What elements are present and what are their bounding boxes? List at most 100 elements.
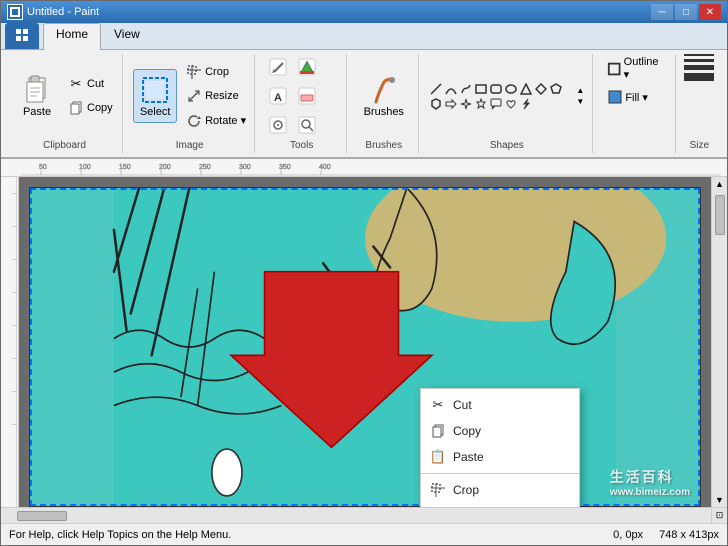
canvas-row: ✂ Cut Copy	[1, 177, 727, 507]
close-button[interactable]: ✕	[699, 4, 721, 20]
magnify-tool[interactable]	[294, 112, 320, 138]
scroll-thumb-v[interactable]	[715, 195, 725, 235]
brushes-button[interactable]: Brushes	[357, 69, 410, 123]
minimize-button[interactable]: ─	[651, 4, 673, 20]
shape-freeform[interactable]	[459, 82, 473, 96]
size-label: Size	[686, 140, 713, 151]
context-copy-icon	[429, 422, 447, 440]
shapes-scroll-down[interactable]: ▼	[576, 97, 584, 106]
shapes-scroll: ▲ ▼	[576, 86, 584, 106]
title-bar: Untitled - Paint ─ □ ✕	[1, 1, 727, 23]
rotate-icon	[186, 112, 202, 128]
fill-tool[interactable]	[294, 54, 320, 80]
paste-label: Paste	[23, 106, 51, 118]
size-thin[interactable]	[684, 54, 714, 56]
svg-text:200: 200	[159, 164, 171, 171]
context-crop[interactable]: Crop	[421, 477, 579, 503]
select-icon	[139, 74, 171, 106]
context-paste[interactable]: 📋 Paste	[421, 444, 579, 470]
copy-button[interactable]: Copy	[63, 97, 118, 119]
ribbon-group-shapes: ▲ ▼ Shapes	[421, 54, 593, 153]
drawing-canvas[interactable]: ✂ Cut Copy	[29, 187, 701, 507]
scrollbar-area: ⊡	[1, 507, 727, 523]
window-title: Untitled - Paint	[27, 6, 99, 18]
context-cut[interactable]: ✂ Cut	[421, 392, 579, 418]
shape-line[interactable]	[429, 82, 443, 96]
canvas-container: ✂ Cut Copy	[19, 177, 711, 507]
svg-text:350: 350	[279, 164, 291, 171]
context-select-all[interactable]: Select all	[421, 503, 579, 507]
clipboard-content: Paste ✂ Cut Copy	[15, 54, 114, 138]
shape-ellipse[interactable]	[504, 82, 518, 96]
shapes-scroll-up[interactable]: ▲	[576, 86, 584, 95]
shape-rounded-rect[interactable]	[489, 82, 503, 96]
ribbon-group-size: Size	[678, 54, 721, 153]
shape-rect[interactable]	[474, 82, 488, 96]
shape-star4[interactable]	[459, 97, 473, 111]
ribbon-group-tools: A	[257, 54, 347, 153]
svg-text:150: 150	[119, 164, 131, 171]
size-thick[interactable]	[684, 65, 714, 70]
scroll-down-button[interactable]: ▼	[713, 493, 726, 507]
shape-lightning[interactable]	[519, 97, 533, 111]
ribbon-tabs: Home View	[1, 23, 727, 50]
clipboard-small-group: ✂ Cut Copy	[63, 73, 118, 119]
separator-1	[421, 473, 579, 474]
app-window: Untitled - Paint ─ □ ✕ Home View	[0, 0, 728, 546]
maximize-button[interactable]: □	[675, 4, 697, 20]
outline-button[interactable]: Outline ▾	[603, 54, 666, 83]
shape-hexagon[interactable]	[429, 97, 443, 111]
shape-pentagon[interactable]	[549, 82, 563, 96]
tab-home[interactable]: Home	[43, 23, 101, 50]
crop-icon	[186, 64, 202, 80]
svg-text:100: 100	[79, 164, 91, 171]
image-label: Image	[133, 140, 246, 151]
shape-triangle[interactable]	[519, 82, 533, 96]
shapes-grid	[429, 82, 570, 111]
paste-button[interactable]: Paste	[15, 69, 59, 123]
rotate-button[interactable]: Rotate ▾	[181, 109, 251, 131]
fill-button[interactable]: Fill ▾	[603, 87, 652, 107]
coords-display: 0, 0px	[613, 529, 643, 541]
shape-star5[interactable]	[474, 97, 488, 111]
tab-view[interactable]: View	[101, 23, 153, 49]
context-cut-icon: ✂	[429, 396, 447, 414]
pencil-tool[interactable]	[265, 54, 291, 80]
resize-icon	[186, 88, 202, 104]
select-label: Select	[140, 106, 171, 118]
scroll-up-button[interactable]: ▲	[713, 177, 726, 191]
size-medium[interactable]	[684, 59, 714, 62]
shape-curve[interactable]	[444, 82, 458, 96]
ribbon-group-brushes: Brushes Brushes	[349, 54, 419, 153]
tools-label: Tools	[265, 140, 338, 151]
colorpicker-tool[interactable]	[265, 112, 291, 138]
size-thickest[interactable]	[684, 73, 714, 81]
scrollbar-horizontal[interactable]	[1, 507, 711, 523]
size-content	[686, 54, 713, 138]
scroll-thumb-h[interactable]	[17, 511, 67, 521]
select-button[interactable]: Select	[133, 69, 177, 123]
app-icon	[7, 4, 23, 20]
text-tool[interactable]: A	[265, 83, 291, 109]
ribbon-group-image: Select Crop	[125, 54, 255, 153]
svg-text:50: 50	[39, 164, 47, 171]
shape-arrow-right[interactable]	[444, 97, 458, 111]
copy-icon	[68, 100, 84, 116]
context-menu: ✂ Cut Copy	[420, 388, 580, 507]
svg-text:300: 300	[239, 164, 251, 171]
image-content: Select Crop	[133, 54, 246, 138]
eraser-tool[interactable]	[294, 83, 320, 109]
paste-icon	[21, 74, 53, 106]
scrollbar-vertical[interactable]: ▲ ▼	[711, 177, 727, 507]
shape-callout[interactable]	[489, 97, 503, 111]
svg-text:400: 400	[319, 164, 331, 171]
brushes-label: Brushes	[364, 106, 404, 118]
cut-icon: ✂	[68, 76, 84, 92]
tab-app[interactable]	[5, 23, 39, 49]
context-copy[interactable]: Copy	[421, 418, 579, 444]
shape-diamond[interactable]	[534, 82, 548, 96]
cut-button[interactable]: ✂ Cut	[63, 73, 118, 95]
resize-button[interactable]: Resize	[181, 85, 251, 107]
shape-heart[interactable]	[504, 97, 518, 111]
crop-button[interactable]: Crop	[181, 61, 251, 83]
